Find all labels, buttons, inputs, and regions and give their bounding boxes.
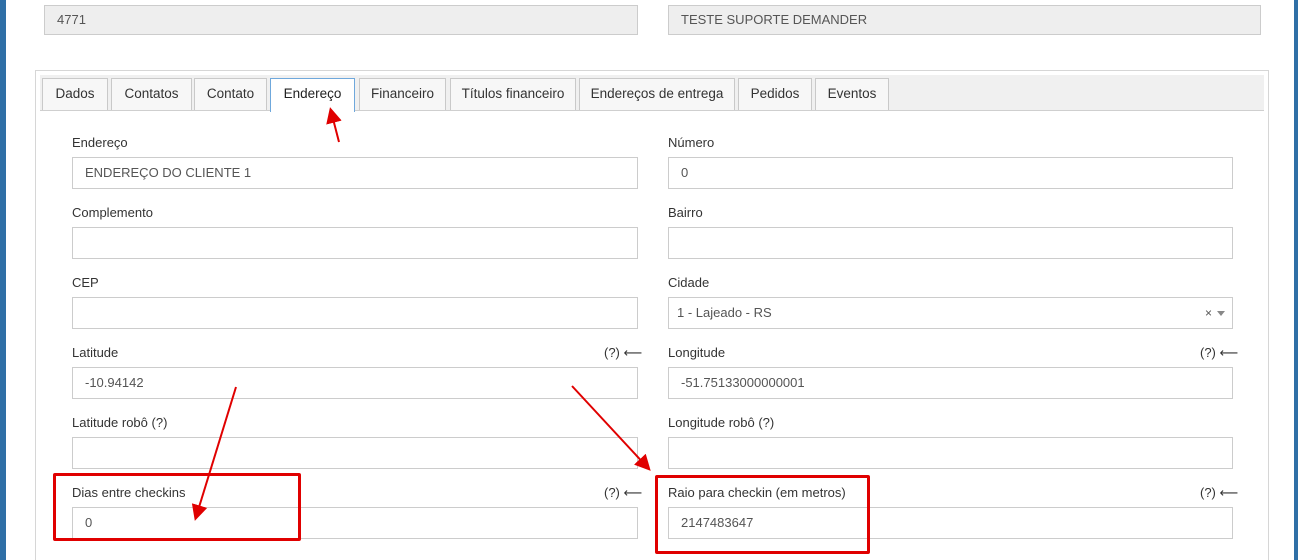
arrow-to-raio-field [571, 385, 651, 471]
arrow-to-endereco-tab [326, 107, 342, 143]
arrow-to-dias-field [191, 386, 237, 521]
annotation-arrows [191, 107, 651, 521]
